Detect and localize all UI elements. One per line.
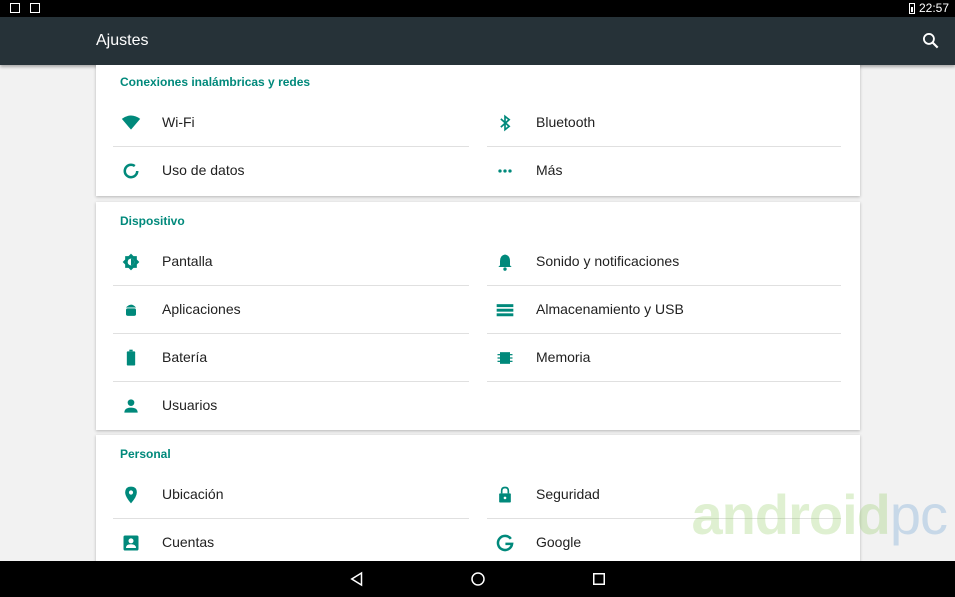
setting-storage[interactable]: Almacenamiento y USB (487, 286, 841, 334)
recents-icon[interactable] (590, 570, 608, 588)
status-bar: 22:57 (0, 0, 955, 17)
battery-icon (126, 349, 136, 366)
setting-accounts[interactable]: Cuentas (113, 519, 469, 561)
bluetooth-icon (500, 114, 511, 132)
setting-display[interactable]: Pantalla (113, 238, 469, 286)
toolbar: Ajustes (0, 17, 955, 65)
setting-data-usage[interactable]: Uso de datos (113, 147, 469, 195)
setting-memory[interactable]: Memoria (487, 334, 841, 382)
navigation-bar (0, 561, 955, 597)
google-icon (496, 534, 514, 552)
bell-icon (498, 254, 512, 271)
memory-icon (497, 352, 513, 364)
brightness-icon (122, 253, 140, 271)
lock-icon (499, 486, 511, 503)
setting-more[interactable]: Más (487, 147, 841, 195)
setting-battery[interactable]: Batería (113, 334, 469, 382)
setting-location[interactable]: Ubicación (113, 471, 469, 519)
search-icon[interactable] (921, 31, 941, 51)
setting-wifi[interactable]: Wi-Fi (113, 99, 469, 147)
android-icon (126, 304, 136, 316)
image-notification-icon (10, 3, 20, 13)
data-usage-icon (123, 163, 139, 179)
home-icon[interactable] (469, 570, 487, 588)
setting-sound[interactable]: Sonido y notificaciones (487, 238, 841, 286)
section-title: Personal (120, 447, 171, 461)
back-icon[interactable] (348, 570, 366, 588)
setting-apps[interactable]: Aplicaciones (113, 286, 469, 334)
settings-list: Conexiones inalámbricas y redes Wi-Fi Bl… (0, 65, 955, 561)
section-wireless: Conexiones inalámbricas y redes Wi-Fi Bl… (96, 65, 860, 196)
status-time: 22:57 (918, 1, 949, 15)
watermark-logo: androidpc (691, 483, 948, 546)
more-icon (498, 169, 512, 173)
page-title: Ajustes (96, 32, 149, 49)
section-title: Conexiones inalámbricas y redes (120, 75, 311, 89)
section-title: Dispositivo (120, 214, 185, 228)
storage-icon (496, 304, 514, 317)
wifi-icon (121, 115, 141, 130)
section-device: Dispositivo Pantalla Sonido y notificaci… (96, 202, 860, 430)
app-notification-icon (30, 3, 40, 13)
battery-status-icon (908, 2, 915, 14)
location-icon (125, 486, 137, 504)
setting-users[interactable]: Usuarios (113, 382, 469, 430)
person-icon (124, 399, 138, 413)
setting-bluetooth[interactable]: Bluetooth (487, 99, 841, 147)
account-box-icon (123, 535, 139, 551)
